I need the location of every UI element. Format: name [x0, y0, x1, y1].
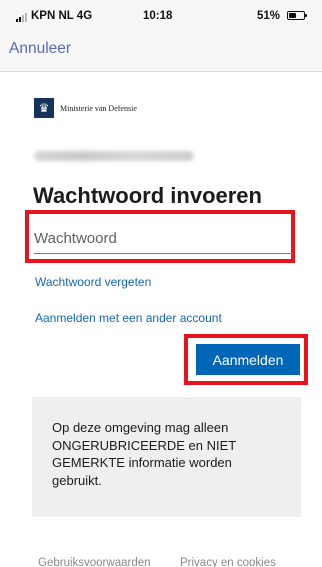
battery-level-fill [289, 13, 297, 18]
navigation-bar: Annuleer [0, 34, 322, 72]
carrier-label: KPN NL 4G [31, 10, 93, 22]
notice-box: Op deze omgeving mag alleen ONGERUBRICEE… [32, 397, 301, 517]
footer: Gebruiksvoorwaarden Privacy en cookies [0, 557, 322, 567]
forgot-password-link[interactable]: Wachtwoord vergeten [35, 275, 151, 289]
crest-icon: ♛ [34, 98, 54, 118]
password-input[interactable] [34, 224, 293, 254]
cancel-button[interactable]: Annuleer [9, 40, 71, 58]
signal-strength-icon [16, 13, 27, 22]
battery-icon [287, 11, 307, 20]
other-account-link[interactable]: Aanmelden met een ander account [35, 311, 222, 325]
ministry-name: Ministerie van Defensie [60, 103, 137, 113]
notice-text: Op deze omgeving mag alleen ONGERUBRICEE… [52, 420, 236, 488]
signin-button[interactable]: Aanmelden [196, 344, 300, 375]
ministry-logo: ♛ Ministerie van Defensie [34, 98, 137, 118]
blurred-account-email [34, 151, 194, 161]
status-bar: KPN NL 4G 10:18 51% [0, 0, 322, 34]
privacy-link[interactable]: Privacy en cookies [180, 557, 276, 567]
clock: 10:18 [143, 10, 173, 22]
terms-link[interactable]: Gebruiksvoorwaarden [38, 557, 151, 567]
battery-percentage: 51% [257, 10, 281, 22]
page-title: Wachtwoord invoeren [33, 183, 262, 208]
